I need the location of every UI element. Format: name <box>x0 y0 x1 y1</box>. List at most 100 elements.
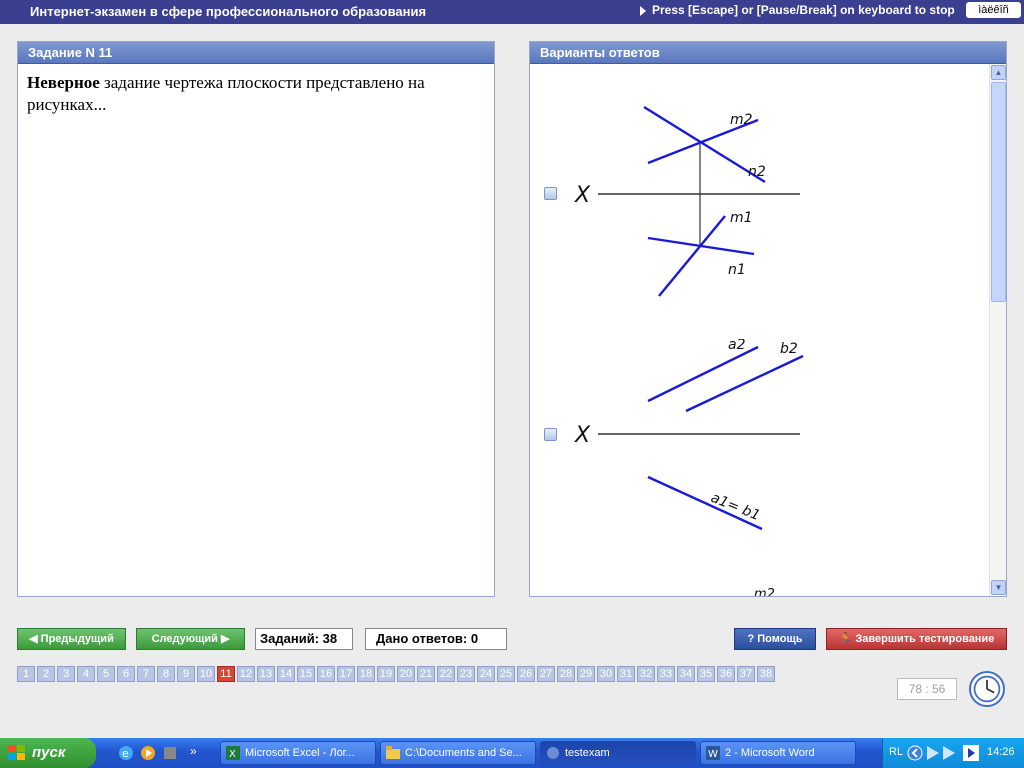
page-button-32[interactable]: 32 <box>637 666 655 682</box>
answer-2-drawing[interactable]: X a2 b2 a1= b1 <box>570 339 810 549</box>
taskbar: пуск e » X Microsoft Excel - Лог... C:\D… <box>0 738 1024 768</box>
folder-icon <box>386 746 400 759</box>
page-button-13[interactable]: 13 <box>257 666 275 682</box>
media-player-icon[interactable] <box>140 745 156 761</box>
page-button-5[interactable]: 5 <box>97 666 115 682</box>
taskbar-excel[interactable]: X Microsoft Excel - Лог... <box>220 741 376 765</box>
page-button-27[interactable]: 27 <box>537 666 555 682</box>
page-button-2[interactable]: 2 <box>37 666 55 682</box>
line-n1 <box>647 236 755 256</box>
task-panel: Задание N 11 Неверное задание чертежа пл… <box>17 41 495 597</box>
page-button-28[interactable]: 28 <box>557 666 575 682</box>
label-a1-b1: a1= b1 <box>709 490 763 524</box>
answer-1-checkbox[interactable] <box>544 187 557 200</box>
prev-button[interactable]: ◀ Предыдущий <box>17 628 126 650</box>
start-label: пуск <box>32 744 66 761</box>
label-a2: a2 <box>728 339 746 353</box>
page-button-20[interactable]: 20 <box>397 666 415 682</box>
page-button-9[interactable]: 9 <box>177 666 195 682</box>
help-button[interactable]: ? Помощь <box>734 628 816 650</box>
axis-label: X <box>574 423 591 448</box>
tray-collapse-icon[interactable] <box>907 745 923 761</box>
page-button-36[interactable]: 36 <box>717 666 735 682</box>
testexam-icon <box>547 747 559 759</box>
finish-button[interactable]: 🏃 Завершить тестирование <box>826 628 1007 650</box>
escape-hint: Press [Escape] or [Pause/Break] on keybo… <box>640 2 955 18</box>
page-button-14[interactable]: 14 <box>277 666 295 682</box>
tray-language[interactable]: RL <box>889 746 903 758</box>
page-button-29[interactable]: 29 <box>577 666 595 682</box>
tray-play-icon[interactable] <box>963 745 979 761</box>
prev-label: Предыдущий <box>40 633 114 645</box>
app-icon[interactable] <box>162 745 178 761</box>
page-button-19[interactable]: 19 <box>377 666 395 682</box>
label-b2: b2 <box>780 341 798 357</box>
page-button-18[interactable]: 18 <box>357 666 375 682</box>
page-button-15[interactable]: 15 <box>297 666 315 682</box>
page-button-12[interactable]: 12 <box>237 666 255 682</box>
answers-scrollbar[interactable]: ▲ ▼ <box>989 64 1006 596</box>
page-button-10[interactable]: 10 <box>197 666 215 682</box>
task-text: Неверное задание чертежа плоскости предс… <box>18 64 494 124</box>
page-button-22[interactable]: 22 <box>437 666 455 682</box>
tray-media-icon[interactable] <box>927 746 959 760</box>
page-button-8[interactable]: 8 <box>157 666 175 682</box>
excel-icon: X <box>226 746 240 760</box>
word-icon: W <box>706 746 720 760</box>
taskbar-explorer[interactable]: C:\Documents and Se... <box>380 741 536 765</box>
clock-icon <box>969 671 1005 707</box>
answers-panel: Варианты ответов X m2 n2 m1 n1 X a2 b2 a… <box>529 41 1007 597</box>
page-button-17[interactable]: 17 <box>337 666 355 682</box>
answer-1-drawing[interactable]: X m2 n2 m1 n1 <box>570 94 810 304</box>
quicklaunch-overflow[interactable]: » <box>190 744 197 758</box>
language-indicator[interactable]: ìàëêîñ <box>966 2 1021 18</box>
page-button-35[interactable]: 35 <box>697 666 715 682</box>
page-button-33[interactable]: 33 <box>657 666 675 682</box>
page-button-26[interactable]: 26 <box>517 666 535 682</box>
page-button-38[interactable]: 38 <box>757 666 775 682</box>
line-a2 <box>647 345 759 403</box>
page-button-3[interactable]: 3 <box>57 666 75 682</box>
line-m1 <box>658 215 726 297</box>
page-button-37[interactable]: 37 <box>737 666 755 682</box>
answers-given: Дано ответов: 0 <box>365 628 507 650</box>
play-icon <box>640 5 646 16</box>
page-button-23[interactable]: 23 <box>457 666 475 682</box>
scroll-thumb[interactable] <box>991 82 1006 302</box>
start-button[interactable]: пуск <box>0 738 96 768</box>
label-m1: m1 <box>730 210 753 226</box>
escape-hint-text: Press [Escape] or [Pause/Break] on keybo… <box>652 3 955 17</box>
page-button-21[interactable]: 21 <box>417 666 435 682</box>
ie-icon[interactable]: e <box>118 745 134 761</box>
page-button-34[interactable]: 34 <box>677 666 695 682</box>
window-title: Интернет-экзамен в сфере профессионально… <box>30 4 427 19</box>
page-button-6[interactable]: 6 <box>117 666 135 682</box>
taskbar-word-label: 2 - Microsoft Word <box>725 747 815 759</box>
axis-label: X <box>574 183 591 208</box>
page-button-25[interactable]: 25 <box>497 666 515 682</box>
page-button-24[interactable]: 24 <box>477 666 495 682</box>
taskbar-word[interactable]: W 2 - Microsoft Word <box>700 741 856 765</box>
scroll-down-icon[interactable]: ▼ <box>991 580 1006 595</box>
finish-label: Завершить тестирование <box>855 633 995 645</box>
label-n1: n1 <box>728 262 746 278</box>
scroll-up-icon[interactable]: ▲ <box>991 65 1006 80</box>
svg-text:e: e <box>122 747 129 760</box>
taskbar-testexam-label: testexam <box>565 747 610 759</box>
answer-2-checkbox[interactable] <box>544 428 557 441</box>
tray-clock: 14:26 <box>987 746 1015 758</box>
page-button-30[interactable]: 30 <box>597 666 615 682</box>
label-m2: m2 <box>730 112 753 128</box>
page-button-1[interactable]: 1 <box>17 666 35 682</box>
page-button-7[interactable]: 7 <box>137 666 155 682</box>
page-button-11[interactable]: 11 <box>217 666 235 682</box>
next-button[interactable]: Следующий ▶ <box>136 628 245 650</box>
answers-header: Варианты ответов <box>530 42 1006 64</box>
taskbar-testexam[interactable]: testexam <box>540 741 696 765</box>
window-title-bar: Интернет-экзамен в сфере профессионально… <box>0 0 1024 24</box>
page-button-16[interactable]: 16 <box>317 666 335 682</box>
page-button-4[interactable]: 4 <box>77 666 95 682</box>
svg-text:X: X <box>229 749 236 760</box>
taskbar-excel-label: Microsoft Excel - Лог... <box>245 747 355 759</box>
page-button-31[interactable]: 31 <box>617 666 635 682</box>
